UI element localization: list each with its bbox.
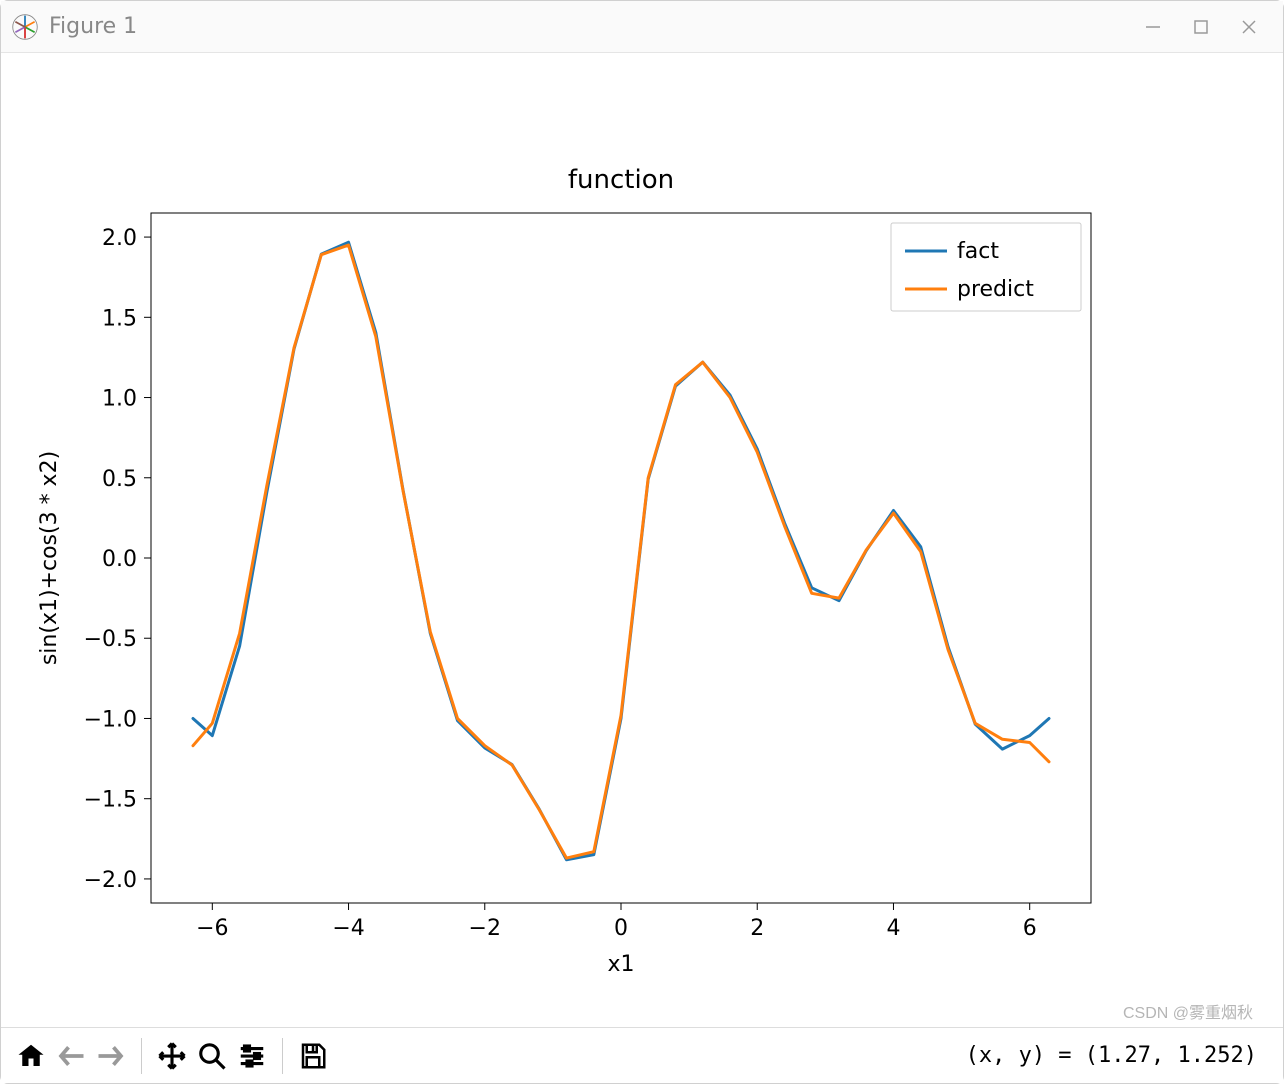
nav-toolbar: (x, y) = (1.27, 1.252) [1, 1027, 1283, 1083]
svg-text:2: 2 [750, 916, 764, 941]
svg-text:6: 6 [1023, 916, 1037, 941]
svg-text:1.0: 1.0 [102, 387, 137, 412]
forward-button[interactable] [91, 1036, 131, 1076]
svg-text:0.0: 0.0 [102, 547, 137, 572]
minimize-button[interactable] [1129, 7, 1177, 47]
window-title: Figure 1 [49, 14, 137, 39]
svg-text:4: 4 [886, 916, 900, 941]
svg-text:fact: fact [957, 239, 999, 264]
svg-text:−4: −4 [332, 916, 364, 941]
svg-text:2.0: 2.0 [102, 226, 137, 251]
configure-button[interactable] [232, 1036, 272, 1076]
pan-button[interactable] [152, 1036, 192, 1076]
toolbar-divider [141, 1038, 142, 1074]
svg-text:predict: predict [957, 277, 1034, 302]
maximize-button[interactable] [1177, 7, 1225, 47]
close-button[interactable] [1225, 7, 1273, 47]
svg-text:0: 0 [614, 916, 628, 941]
svg-text:x1: x1 [607, 952, 634, 977]
back-button[interactable] [51, 1036, 91, 1076]
svg-text:−6: −6 [196, 916, 228, 941]
svg-text:0.5: 0.5 [102, 467, 137, 492]
svg-text:−1.0: −1.0 [84, 707, 137, 732]
plot-area[interactable]: −6 −4 −2 0 2 4 6 −2.0 −1.5 −1.0 −0.5 0.0 0.5 1.0 1.5 2.… [1, 53, 1283, 1027]
svg-text:−2: −2 [469, 916, 501, 941]
svg-text:1.5: 1.5 [102, 306, 137, 331]
svg-text:−0.5: −0.5 [84, 627, 137, 652]
svg-text:−2.0: −2.0 [84, 868, 137, 893]
titlebar[interactable]: Figure 1 [1, 1, 1283, 53]
svg-text:function: function [568, 165, 674, 195]
zoom-button[interactable] [192, 1036, 232, 1076]
svg-text:sin(x1)+cos(3 * x2): sin(x1)+cos(3 * x2) [37, 451, 62, 665]
coord-readout: (x, y) = (1.27, 1.252) [966, 1043, 1273, 1068]
matplotlib-icon [11, 13, 39, 41]
save-button[interactable] [293, 1036, 333, 1076]
home-button[interactable] [11, 1036, 51, 1076]
toolbar-divider [282, 1038, 283, 1074]
figure-window: Figure 1 −6 −4 −2 0 2 4 6 −2.0 −1.5 −1.0 −0.5 0.0 0.… [0, 0, 1284, 1084]
svg-text:−1.5: −1.5 [84, 788, 137, 813]
